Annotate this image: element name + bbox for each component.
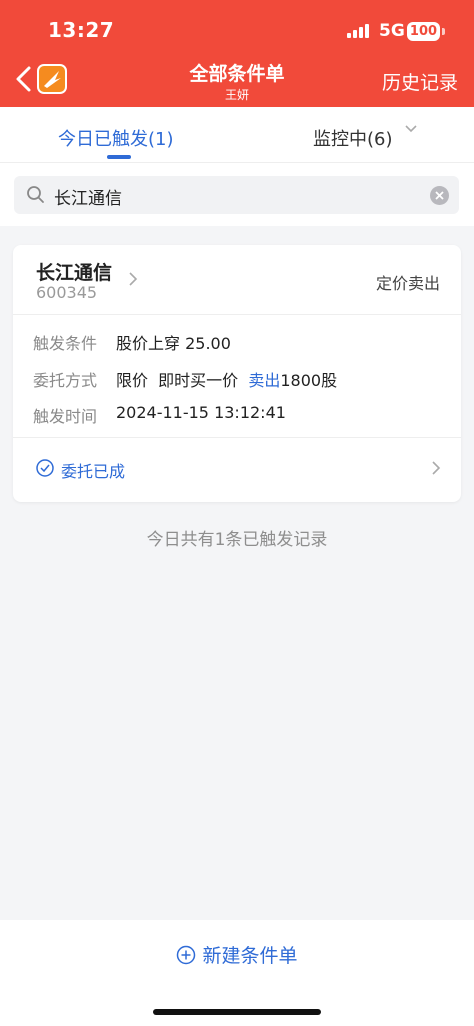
trigger-time-value: 2024-11-15 13:12:41 [116, 403, 286, 422]
divider [13, 314, 461, 315]
tab-underline [107, 155, 131, 159]
battery-icon: 100 [407, 22, 440, 41]
plus-circle-icon [177, 945, 196, 965]
search-area: 长江通信 [0, 163, 474, 226]
battery-tip [442, 28, 445, 35]
chevron-right-icon[interactable] [431, 460, 441, 476]
chevron-down-icon[interactable] [404, 124, 418, 134]
new-condition-order-button[interactable]: 新建条件单 [0, 941, 474, 968]
search-input[interactable]: 长江通信 [14, 176, 459, 214]
bottom-bar: 新建条件单 [0, 920, 474, 1026]
order-status-row[interactable]: 委托已成 [13, 438, 461, 502]
search-icon [27, 186, 44, 203]
check-circle-icon [36, 459, 54, 477]
stock-code: 600345 [36, 283, 98, 302]
clear-icon[interactable] [430, 186, 449, 205]
signal-icon [347, 24, 371, 38]
new-condition-order-label: 新建条件单 [202, 945, 298, 967]
status-time: 13:27 [48, 18, 115, 42]
network-label: 5G [379, 21, 405, 41]
tab-monitoring[interactable]: 监控中(6) [313, 125, 393, 151]
order-quantity: 1800股 [280, 371, 338, 390]
order-status: 委托已成 [61, 462, 126, 481]
order-method-label: 委托方式 [33, 371, 98, 390]
history-button[interactable]: 历史记录 [382, 68, 458, 95]
trigger-condition-value: 股价上穿 25.00 [116, 334, 231, 353]
order-side: 卖出 [248, 371, 281, 390]
search-value: 长江通信 [54, 189, 122, 209]
chevron-right-icon[interactable] [128, 271, 138, 287]
status-bar: 13:27 5G 100 [0, 0, 474, 56]
order-method-price: 限价 即时买一价 [116, 371, 249, 390]
order-type: 定价卖出 [375, 274, 440, 293]
tab-triggered-today[interactable]: 今日已触发(1) [58, 125, 174, 151]
tab-bar: 今日已触发(1) 监控中(6) [0, 107, 474, 163]
trigger-time-label: 触发时间 [33, 407, 98, 426]
order-method-value: 限价 即时买一价 卖出1800股 [116, 367, 337, 391]
record-summary: 今日共有1条已触发记录 [146, 530, 328, 550]
stock-name[interactable]: 长江通信 [36, 258, 112, 285]
trigger-condition-label: 触发条件 [33, 334, 98, 353]
condition-order-card[interactable]: 长江通信 600345 定价卖出 触发条件 股价上穿 25.00 委托方式 限价… [13, 245, 461, 502]
home-indicator [153, 1009, 321, 1015]
header-bar: 13:27 5G 100 全部条件单 王妍 历史记录 [0, 0, 474, 107]
